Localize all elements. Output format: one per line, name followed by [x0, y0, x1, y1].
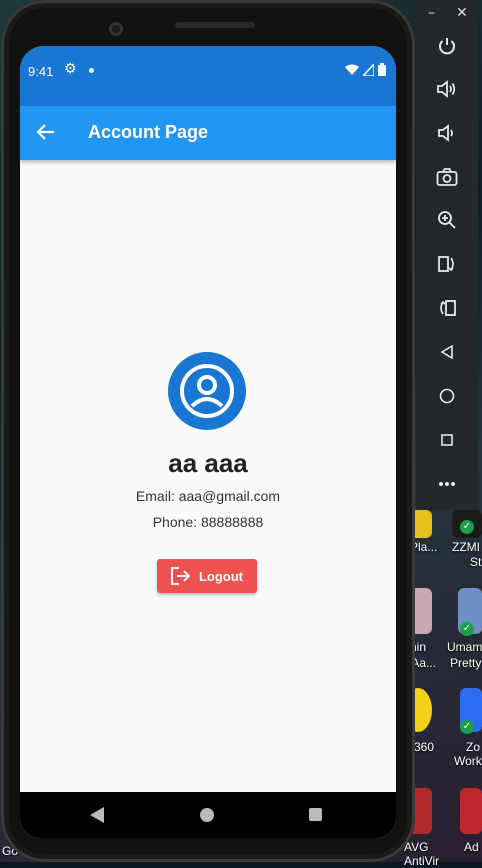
- nav-home-icon[interactable]: [200, 808, 214, 822]
- phone-frame: 9:41 ⚙ Account Page aa aaa Email: aaa@gm…: [1, 0, 415, 862]
- zoom-in-icon[interactable]: [433, 206, 461, 234]
- check-icon: ✓: [460, 720, 474, 734]
- power-icon[interactable]: [433, 32, 461, 60]
- volume-up-icon[interactable]: [433, 75, 461, 103]
- emulator-side-panel: – ✕: [416, 0, 478, 510]
- desktop-app-label: ZZMI: [452, 540, 480, 554]
- desktop-app-label: Ad: [464, 840, 479, 854]
- navigation-bar: [20, 792, 396, 838]
- nav-back-icon[interactable]: [90, 807, 104, 823]
- nav-recents-icon[interactable]: [309, 808, 322, 821]
- check-icon: ✓: [460, 622, 474, 636]
- desktop-app-label: Zo: [466, 740, 481, 754]
- notification-dot-icon: [89, 68, 94, 73]
- front-camera: [109, 22, 123, 36]
- arrow-back-icon[interactable]: [36, 122, 56, 142]
- status-bar: 9:41 ⚙: [20, 46, 396, 106]
- battery-icon: [378, 63, 386, 76]
- earpiece-speaker: [175, 22, 255, 28]
- signal-icon: [363, 63, 374, 76]
- gear-icon: ⚙: [64, 61, 77, 77]
- rotate-left-icon[interactable]: [433, 250, 461, 278]
- user-email: Email: aaa@gmail.com: [135, 488, 281, 504]
- user-phone: Phone: 88888888: [152, 514, 264, 530]
- desktop-app-label: St: [470, 555, 482, 569]
- close-button[interactable]: ✕: [456, 5, 468, 21]
- phone-screen: 9:41 ⚙ Account Page aa aaa Email: aaa@gm…: [20, 46, 396, 838]
- user-name: aa aaa: [168, 448, 248, 478]
- status-icons: [345, 63, 386, 76]
- minimize-button[interactable]: –: [428, 5, 435, 21]
- status-time: 9:41: [28, 64, 54, 79]
- page-title: Account Page: [88, 122, 209, 142]
- desktop-app-label: Umam: [447, 640, 482, 654]
- camera-icon[interactable]: [433, 163, 461, 191]
- desktop-app-label: Work: [454, 754, 482, 768]
- wifi-icon: [345, 64, 359, 75]
- logout-icon: [170, 567, 191, 585]
- desktop-app-label: Pretty: [450, 656, 482, 670]
- desktop-app-label: AntiVir: [404, 854, 440, 868]
- logout-button[interactable]: Logout: [157, 559, 257, 593]
- account-circle-icon: [168, 352, 246, 430]
- logout-label: Logout: [198, 568, 244, 584]
- home-icon[interactable]: [433, 382, 461, 410]
- more-icon[interactable]: [433, 470, 461, 498]
- rotate-right-icon[interactable]: [433, 294, 461, 322]
- desktop-app-tile[interactable]: [460, 788, 482, 834]
- check-icon: ✓: [460, 520, 474, 534]
- volume-down-icon[interactable]: [433, 119, 461, 147]
- back-icon[interactable]: [433, 338, 461, 366]
- overview-icon[interactable]: [433, 426, 461, 454]
- app-bar: Account Page: [20, 106, 396, 160]
